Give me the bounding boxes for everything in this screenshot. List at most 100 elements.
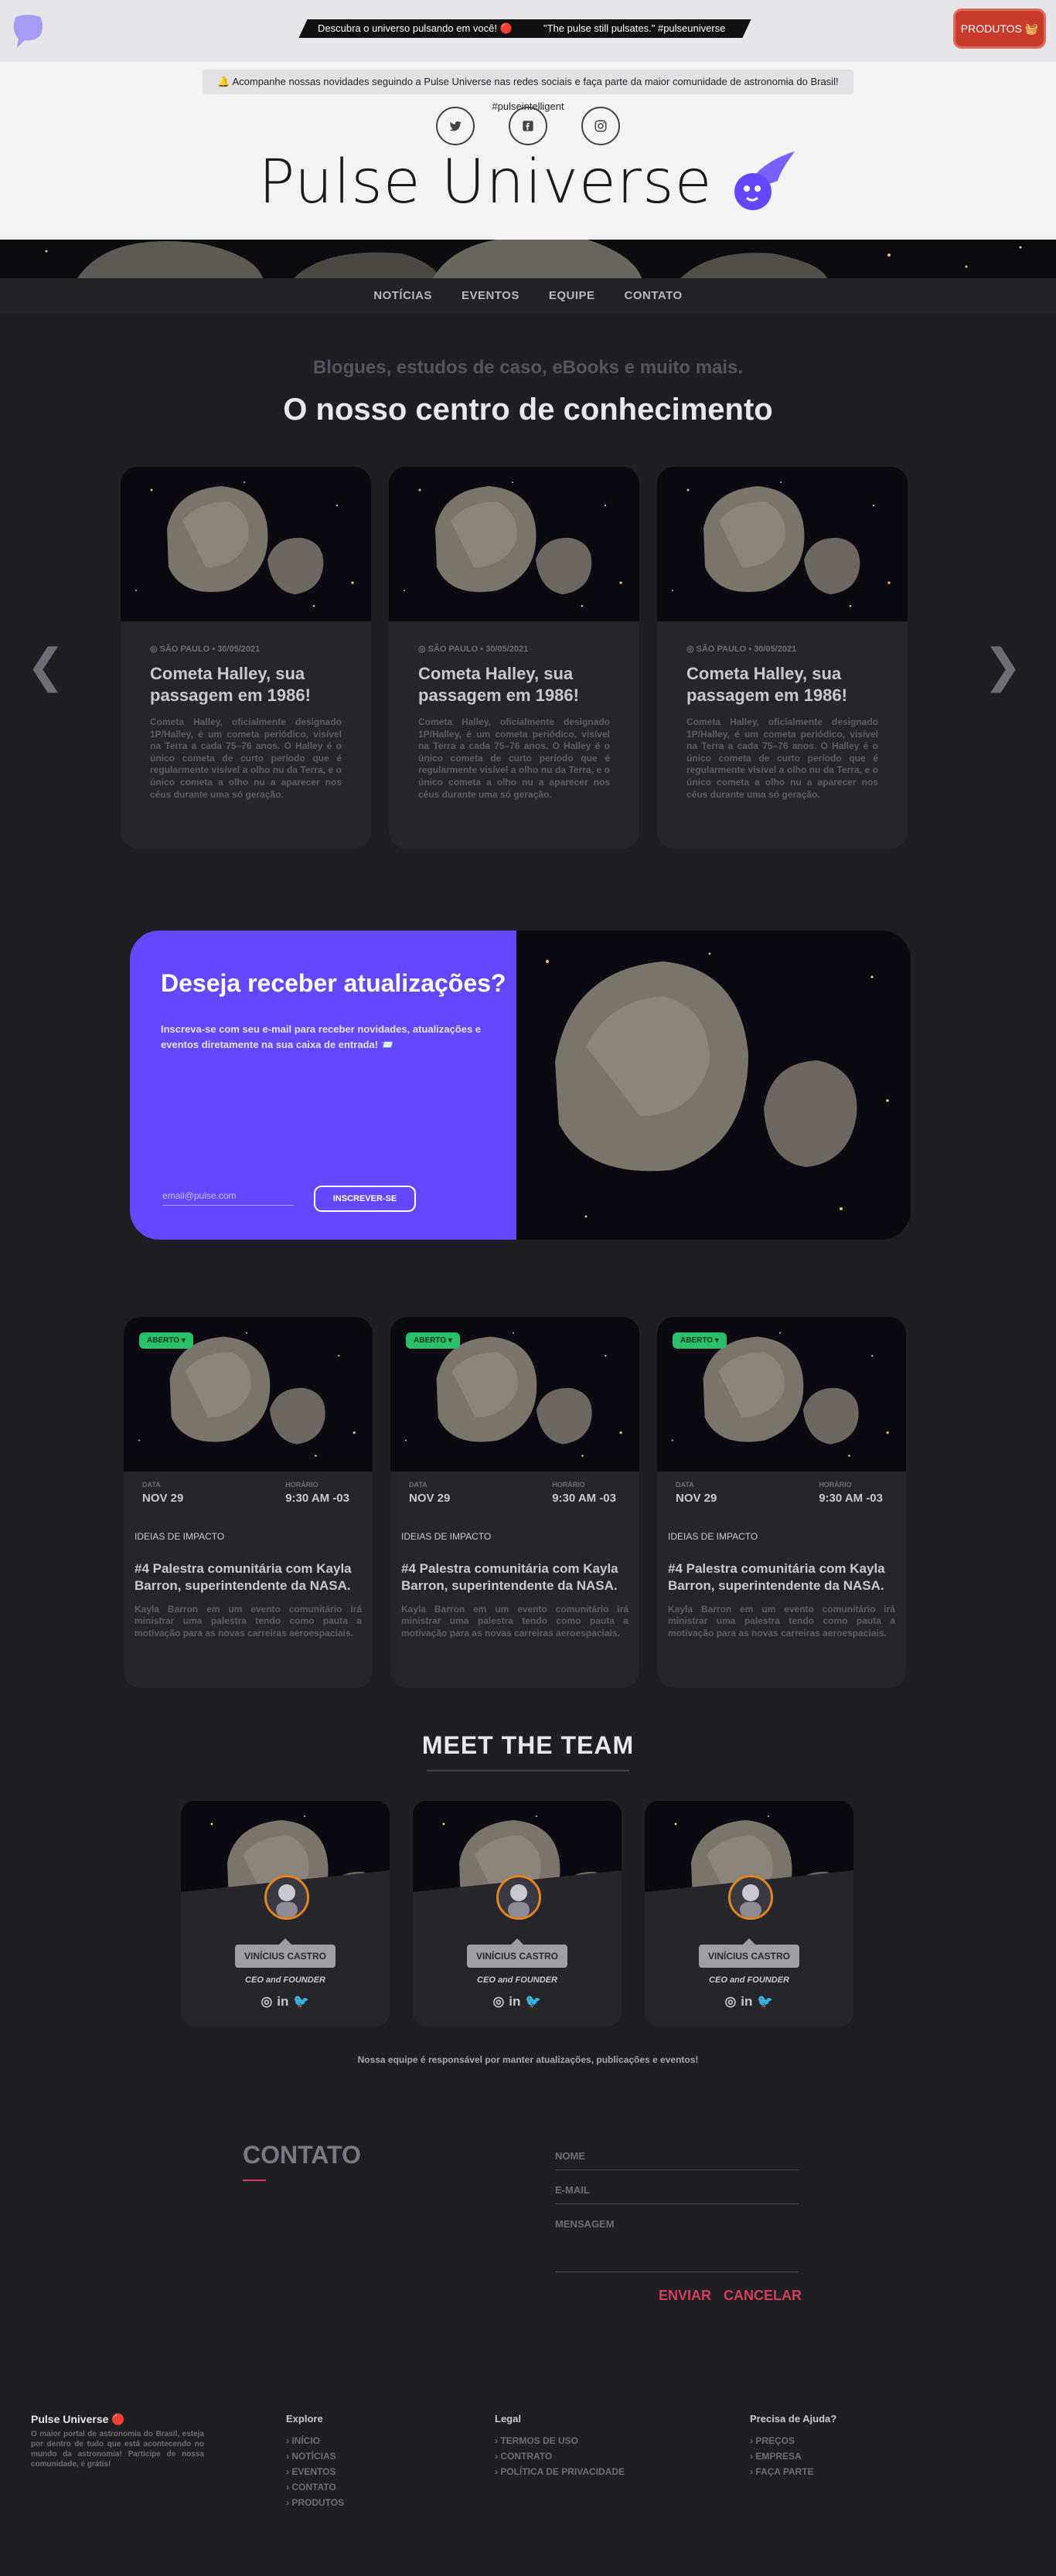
footer-about: Pulse Universe 🔴 O maior portal de astro… (31, 2413, 204, 2469)
event-card[interactable]: ABERTO ▾ DATA NOV 29 HORÁRIO 9:30 AM -03 I… (124, 1317, 373, 1688)
cancel-button[interactable]: CANCELAR (724, 2288, 802, 2304)
twitter-icon[interactable] (436, 107, 475, 145)
newsletter-email-input[interactable] (162, 1186, 294, 1206)
event-time: 9:30 AM -03 (552, 1492, 616, 1505)
team-card: VINÍCIUS CASTRO CEO and FOUNDER ◎ in 🐦 (645, 1801, 853, 2026)
event-status-badge[interactable]: ABERTO ▾ (406, 1332, 460, 1349)
carousel-prev-icon[interactable]: ❮ (26, 643, 65, 689)
nav-eventos[interactable]: EVENTOS (462, 289, 519, 302)
pulse-logo-icon[interactable] (11, 12, 45, 51)
contact-name-field[interactable] (555, 2142, 799, 2170)
twitter-icon[interactable]: 🐦 (525, 1994, 541, 2009)
event-time-label: HORÁRIO (552, 1481, 585, 1489)
instagram-icon[interactable]: ◎ (492, 1994, 504, 2009)
contact-email-field[interactable] (555, 2176, 799, 2204)
comet-logo-icon (734, 151, 795, 210)
newsletter-panel: Deseja receber atualizações? Inscreva-se… (130, 931, 911, 1240)
avatar (496, 1875, 541, 1920)
linkedin-icon[interactable]: in (277, 1994, 288, 2009)
footer-link[interactable]: INÍCIO (286, 2435, 344, 2446)
event-date: NOV 29 (676, 1492, 717, 1505)
member-role: CEO and FOUNDER (477, 1975, 557, 1985)
nav-contato[interactable]: CONTATO (625, 289, 683, 302)
event-image: ABERTO ▾ (124, 1317, 373, 1472)
article-text: Cometa Halley, oficialmente designado 1P… (418, 716, 610, 800)
instagram-icon[interactable]: ◎ (724, 1994, 736, 2009)
instagram-icon[interactable] (581, 107, 620, 145)
article-title: Cometa Halley, sua passagem em 1986! (150, 664, 311, 705)
team-card: VINÍCIUS CASTRO CEO and FOUNDER ◎ in 🐦 (181, 1801, 390, 2026)
footer-column-explore: Explore INÍCIO NOTÍCIAS EVENTOS CONTATO … (286, 2413, 344, 2513)
footer-column-title: Precisa de Ajuda? (750, 2413, 837, 2425)
linkedin-icon[interactable]: in (509, 1994, 520, 2009)
article-image (389, 467, 639, 621)
twitter-icon[interactable]: 🐦 (757, 1994, 773, 2009)
footer-link[interactable]: POLÍTICA DE PRIVACIDADE (495, 2466, 625, 2477)
event-category: IDEIAS DE IMPACTO (401, 1531, 492, 1542)
avatar (728, 1875, 773, 1920)
article-meta: ◎ SÃO PAULO • 30/05/2021 (418, 645, 529, 654)
event-text: Kayla Barron em um evento comunitário ir… (401, 1603, 628, 1638)
twitter-icon[interactable]: 🐦 (293, 1994, 309, 2009)
footer-link[interactable]: EVENTOS (286, 2466, 344, 2477)
event-card[interactable]: ABERTO ▾ DATA NOV 29 HORÁRIO 9:30 AM -03 I… (390, 1317, 639, 1688)
article-meta: ◎ SÃO PAULO • 30/05/2021 (150, 645, 261, 654)
event-date-label: DATA (409, 1481, 428, 1489)
subscribe-button[interactable]: INSCREVER-SE (314, 1186, 416, 1212)
footer-column-legal: Legal TERMOS DE USO CONTRATO POLÍTICA DE… (495, 2413, 625, 2482)
event-card[interactable]: ABERTO ▾ DATA NOV 29 HORÁRIO 9:30 AM -03 I… (657, 1317, 906, 1688)
footer-link[interactable]: FAÇA PARTE (750, 2466, 836, 2477)
event-date-label: DATA (142, 1481, 161, 1489)
event-category: IDEIAS DE IMPACTO (135, 1531, 225, 1542)
footer-link[interactable]: NOTÍCIAS (286, 2451, 344, 2462)
contact-message-field[interactable] (555, 2212, 799, 2272)
member-role: CEO and FOUNDER (245, 1975, 325, 1985)
footer-brand[interactable]: Pulse Universe 🔴 (31, 2413, 204, 2426)
nav-noticias[interactable]: NOTÍCIAS (373, 289, 432, 302)
event-text: Kayla Barron em um evento comunitário ir… (135, 1603, 362, 1638)
contact-title: CONTATO (243, 2141, 361, 2169)
footer-link[interactable]: CONTATO (286, 2482, 344, 2493)
footer-link[interactable]: TERMOS DE USO (495, 2435, 625, 2446)
produtos-button[interactable]: PRODUTOS 🧺 (956, 11, 1044, 46)
team-note: Nossa equipe é responsável por manter at… (357, 2054, 699, 2065)
article-title: Cometa Halley, sua passagem em 1986! (418, 664, 579, 705)
newsletter-form-area: Deseja receber atualizações? Inscreva-se… (130, 931, 516, 1240)
send-button[interactable]: ENVIAR (659, 2288, 711, 2304)
knowledge-title: O nosso centro de conhecimento (283, 393, 773, 427)
article-text: Cometa Halley, oficialmente designado 1P… (150, 716, 342, 800)
article-meta: ◎ SÃO PAULO • 30/05/2021 (686, 645, 797, 654)
footer-about-text: O maior portal de astronomia do Brasil, … (31, 2430, 204, 2469)
linkedin-icon[interactable]: in (741, 1994, 752, 2009)
article-card[interactable]: ◎ SÃO PAULO • 30/05/2021 Cometa Halley, … (121, 467, 371, 849)
member-name: VINÍCIUS CASTRO (699, 1938, 799, 1968)
article-card[interactable]: ◎ SÃO PAULO • 30/05/2021 Cometa Halley, … (657, 467, 908, 849)
event-image: ABERTO ▾ (390, 1317, 639, 1472)
event-date-label: DATA (676, 1481, 694, 1489)
nav-equipe[interactable]: EQUIPE (549, 289, 595, 302)
brand-text: Pulse Universe (258, 148, 713, 217)
knowledge-subtitle: Blogues, estudos de caso, eBooks e muito… (312, 357, 744, 378)
footer-link[interactable]: EMPRESA (750, 2451, 836, 2462)
newsletter-title: Deseja receber atualizações? (161, 969, 506, 997)
event-text: Kayla Barron em um evento comunitário ir… (668, 1603, 895, 1638)
brand-title: Pulse Universe (0, 147, 1056, 218)
member-name: VINÍCIUS CASTRO (467, 1938, 567, 1968)
footer-column-title: Explore (286, 2413, 323, 2425)
event-category: IDEIAS DE IMPACTO (668, 1531, 758, 1542)
footer-link[interactable]: PREÇOS (750, 2435, 836, 2446)
banner-right: "The pulse still pulsates." #pulseuniver… (518, 19, 751, 38)
footer-link[interactable]: PRODUTOS (286, 2497, 344, 2508)
banner-left: Descubra o universo pulsando em você! 🔴 (298, 19, 532, 38)
facebook-icon[interactable] (509, 107, 547, 145)
carousel-next-icon[interactable]: ❯ (983, 643, 1022, 689)
member-role: CEO and FOUNDER (709, 1975, 789, 1985)
footer-link[interactable]: CONTRATO (495, 2451, 625, 2462)
instagram-icon[interactable]: ◎ (261, 1994, 272, 2009)
event-status-badge[interactable]: ABERTO ▾ (673, 1332, 727, 1349)
member-name: VINÍCIUS CASTRO (235, 1938, 336, 1968)
event-status-badge[interactable]: ABERTO ▾ (139, 1332, 193, 1349)
footer-column-help: Precisa de Ajuda? PREÇOS EMPRESA FAÇA PA… (750, 2413, 836, 2482)
article-text: Cometa Halley, oficialmente designado 1P… (686, 716, 878, 800)
article-card[interactable]: ◎ SÃO PAULO • 30/05/2021 Cometa Halley, … (389, 467, 639, 849)
